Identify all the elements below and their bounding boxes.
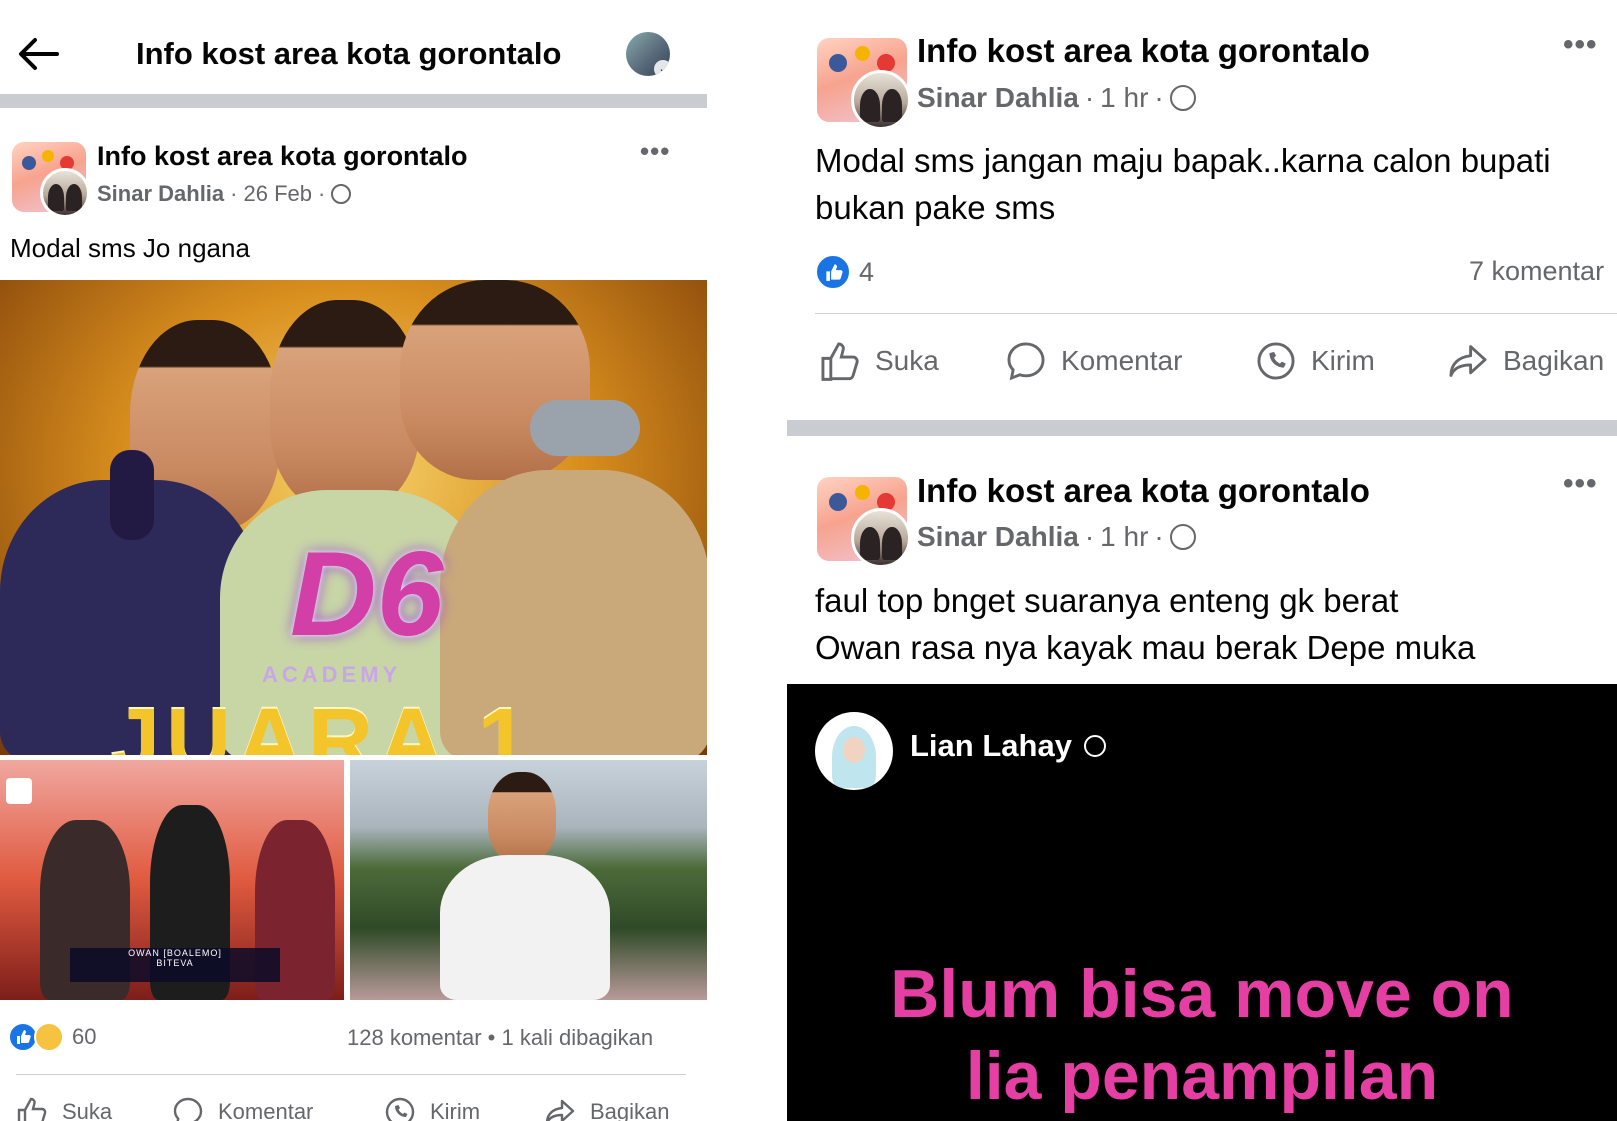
more-options-icon[interactable]: ••• — [1563, 28, 1598, 62]
reaction-count: 4 — [859, 256, 875, 287]
author-avatar[interactable] — [851, 70, 911, 130]
send-button[interactable]: Kirim — [1255, 340, 1375, 382]
like-label: Suka — [875, 345, 939, 376]
meta-separator: · — [230, 181, 238, 206]
group-name[interactable]: Info kost area kota gorontalo — [917, 32, 1370, 70]
meta-separator: · — [1154, 82, 1164, 113]
group-name[interactable]: Info kost area kota gorontalo — [917, 472, 1370, 510]
comment-button[interactable]: Komentar — [1005, 340, 1182, 382]
comment-label: Komentar — [218, 1099, 314, 1121]
singer-face-center — [270, 300, 420, 510]
share-label: Bagikan — [1503, 345, 1605, 376]
author-name[interactable]: Sinar Dahlia — [917, 82, 1079, 114]
share-icon — [1449, 345, 1487, 377]
author-avatar[interactable] — [40, 168, 90, 218]
whatsapp-icon — [385, 1097, 415, 1121]
meta-separator: · — [1154, 521, 1164, 552]
post-text: faul top bnget suaranya enteng gk berat … — [815, 578, 1475, 672]
meta-separator: · — [1084, 82, 1095, 113]
comment-label: Komentar — [1061, 345, 1183, 376]
post-time[interactable]: 1 hr — [1100, 82, 1148, 114]
author-name[interactable]: Sinar Dahlia — [917, 521, 1079, 553]
whatsapp-icon — [1257, 342, 1295, 380]
like-button[interactable]: Suka — [16, 1096, 112, 1121]
comment-share-counts[interactable]: 128 komentar • 1 kali dibagikan — [347, 1025, 653, 1051]
shared-author[interactable]: Lian Lahay — [910, 728, 1106, 764]
post-image-stage[interactable]: OWAN [BOALEMO] BITEVA — [0, 760, 344, 1000]
share-icon — [545, 1099, 575, 1121]
shared-post[interactable]: Lian Lahay Blum bisa move on lia penampi… — [787, 684, 1617, 1121]
like-icon — [821, 342, 859, 381]
post-text: Modal sms Jo ngana — [10, 233, 250, 263]
reaction-summary[interactable]: 4 — [815, 254, 874, 290]
haha-reaction-icon — [34, 1022, 64, 1052]
share-button[interactable]: Bagikan — [1447, 340, 1604, 382]
comment-icon — [1007, 342, 1045, 381]
shared-author-avatar[interactable] — [815, 712, 893, 790]
like-label: Suka — [62, 1099, 113, 1121]
page-title: Info kost area kota gorontalo — [136, 36, 562, 71]
globe-icon — [1169, 524, 1196, 550]
send-label: Kirim — [430, 1099, 481, 1121]
like-reaction-icon — [815, 254, 851, 290]
globe-icon — [1169, 85, 1196, 111]
microphone-icon — [110, 450, 154, 540]
post-meta: Sinar Dahlia · 26 Feb · — [97, 181, 352, 207]
post-text: Modal sms jangan maju bapak..karna calon… — [815, 142, 1551, 226]
comment-count[interactable]: 7 komentar — [1469, 256, 1604, 287]
post-time[interactable]: 1 hr — [1100, 521, 1148, 553]
like-icon — [17, 1097, 47, 1121]
more-options-icon[interactable]: ••• — [640, 136, 670, 167]
post-image-main[interactable]: D6 ACADEMY JUARA 1 — [0, 280, 707, 755]
microphone-icon — [530, 400, 640, 456]
d6-logo: D6 — [290, 527, 444, 661]
post-time[interactable]: 26 Feb — [243, 181, 312, 207]
right-screenshot: Info kost area kota gorontalo Sinar Dahl… — [787, 0, 1617, 1121]
like-button[interactable]: Suka — [819, 340, 939, 382]
video-caption: OWAN [BOALEMO] BITEVA — [70, 948, 280, 982]
globe-icon — [331, 184, 352, 204]
globe-icon — [1083, 735, 1106, 757]
status-strip — [0, 0, 707, 6]
top-bar: Info kost area kota gorontalo ⌄ — [0, 0, 707, 94]
section-divider — [787, 420, 1617, 436]
author-avatar[interactable] — [851, 508, 911, 568]
post-text-line: faul top bnget suaranya enteng gk berat — [815, 582, 1399, 619]
shared-post-text: Blum bisa move on lia penampilan — [890, 956, 1514, 1114]
share-label: Bagikan — [590, 1099, 670, 1121]
divider — [16, 1074, 686, 1075]
reaction-summary[interactable]: 60 — [8, 1022, 96, 1052]
comment-icon — [173, 1097, 203, 1121]
meta-separator: · — [317, 181, 326, 206]
academy-label: ACADEMY — [262, 662, 402, 687]
left-screenshot: Info kost area kota gorontalo ⌄ Info kos… — [0, 0, 707, 1121]
tv-logo-icon — [6, 778, 32, 804]
group-name[interactable]: Info kost area kota gorontalo — [97, 141, 468, 172]
chevron-down-icon: ⌄ — [654, 60, 670, 76]
send-label: Kirim — [1311, 345, 1375, 376]
juara-banner: JUARA 1 — [110, 691, 534, 755]
back-button[interactable] — [14, 30, 62, 78]
back-arrow-icon — [19, 38, 59, 70]
section-divider — [0, 94, 707, 108]
post-meta: Sinar Dahlia · 1 hr · — [917, 82, 1196, 114]
meta-separator: · — [1084, 521, 1095, 552]
comment-button[interactable]: Komentar — [172, 1096, 313, 1121]
divider — [815, 313, 1617, 314]
share-button[interactable]: Bagikan — [544, 1096, 670, 1121]
post-image-portrait[interactable] — [350, 760, 707, 1000]
post-meta: Sinar Dahlia · 1 hr · — [917, 521, 1196, 553]
post-text-line: Owan rasa nya kayak mau berak Depe muka — [815, 628, 1476, 666]
share-count[interactable]: 1 kali dibagikan — [501, 1025, 653, 1050]
profile-avatar[interactable]: ⌄ — [626, 32, 670, 76]
comment-count[interactable]: 128 komentar — [347, 1025, 482, 1050]
more-options-icon[interactable]: ••• — [1563, 467, 1598, 501]
author-name[interactable]: Sinar Dahlia — [97, 181, 224, 207]
reaction-count: 60 — [72, 1024, 97, 1049]
count-separator: • — [487, 1025, 496, 1050]
shared-author-name[interactable]: Lian Lahay — [910, 728, 1072, 764]
send-button[interactable]: Kirim — [384, 1096, 480, 1121]
